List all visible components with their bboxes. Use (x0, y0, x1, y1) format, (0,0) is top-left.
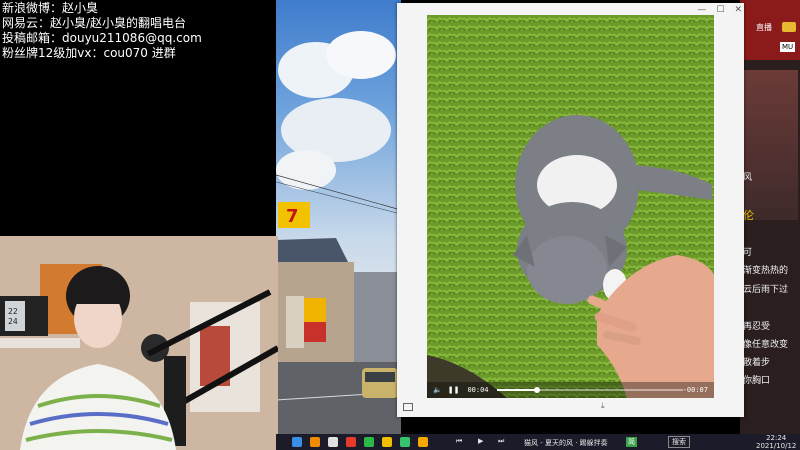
clock-date: 2021/10/12 (756, 442, 797, 450)
lyric-line: 可 (743, 248, 753, 258)
current-time: 00:04 (467, 386, 489, 394)
app-icon[interactable] (382, 437, 392, 447)
lyric-line: 像任意改变 (743, 340, 789, 350)
progress-fill (496, 389, 538, 391)
progress-handle[interactable] (534, 387, 541, 393)
app-icon[interactable] (400, 437, 410, 447)
chat-avatar-image (744, 70, 798, 220)
language-badge[interactable]: 简 (626, 437, 637, 447)
right-chat-strip: 直播 MU 风 伦 可 渐变热热的 云后雨下过 再忍受 像任意改变 散着步 你胸… (740, 0, 800, 434)
gift-icon[interactable] (782, 22, 796, 32)
volume-icon[interactable]: 🔈 (433, 386, 442, 394)
app-icon[interactable] (310, 437, 320, 447)
taskbar: ⏮ ▶ ⏭ 猫风 - 夏天的风 · 踢躲拌奏 简 搜索 22:24 2021/1… (276, 434, 800, 450)
fan-group-line: 粉丝牌12级加vx：cou070 进群 (2, 46, 176, 60)
clock-minute: 24 (8, 317, 18, 326)
music-badge: MU (780, 42, 796, 52)
lyric-line: 散着步 (743, 358, 771, 368)
lyric-line: 你胸口 (743, 376, 771, 386)
next-track-icon[interactable]: ⏭ (498, 437, 504, 446)
search-box[interactable]: 搜索 (668, 436, 690, 448)
streamer-scene-image (0, 236, 278, 450)
now-playing-text: 猫风 - 夏天的风 · 踢躲拌奏 (524, 439, 608, 447)
svg-text:7: 7 (286, 206, 299, 227)
lyric-line: 伦 (743, 209, 754, 222)
cat-video-frame (427, 15, 714, 398)
maximize-icon[interactable]: ☐ (716, 5, 724, 15)
window-controls: — ☐ ✕ (697, 5, 742, 15)
email-line: 投稿邮箱：douyu211086@qq.com (2, 31, 202, 45)
lyric-line: 风 (743, 173, 753, 183)
download-icon[interactable]: ⤓ (601, 401, 605, 411)
cat-video[interactable]: 🔈 ❚❚ 00:04 -00:07 (427, 15, 714, 398)
weibo-line: 新浪微博：赵小臭 (2, 1, 99, 15)
minimize-icon[interactable]: — (697, 5, 706, 15)
lyric-line: 云后雨下过 (743, 285, 789, 295)
app-icon[interactable] (418, 437, 428, 447)
wechat-icon[interactable] (364, 437, 374, 447)
prev-track-icon[interactable]: ⏮ (456, 437, 462, 446)
remaining-time: -00:07 (682, 386, 708, 394)
live-label: 直播 (756, 23, 772, 32)
desk-clock: 22 24 (0, 298, 44, 334)
clock-hour: 22 (8, 307, 18, 316)
play-icon[interactable]: ▶ (478, 437, 483, 445)
netease-line: 网易云：赵小臭/赵小臭的翻唱电台 (2, 16, 187, 30)
lyric-line: 再忍受 (743, 322, 771, 332)
stream-info-overlay: 新浪微博：赵小臭 网易云：赵小臭/赵小臭的翻唱电台 投稿邮箱：douyu2110… (0, 0, 276, 236)
video-viewer-window[interactable]: — ☐ ✕ 🔈 ❚❚ 00:04 -00:07 ⤓ (397, 3, 744, 417)
lyric-line: 渐变热热的 (743, 266, 789, 276)
clock: 22:24 2021/10/12 (756, 434, 796, 450)
app-icon[interactable] (328, 437, 338, 447)
street-scene-image: 7 (276, 31, 401, 434)
app-icon[interactable] (346, 437, 356, 447)
progress-track[interactable] (496, 387, 683, 393)
background-street-video: 7 (276, 0, 401, 434)
video-controls: 🔈 ❚❚ 00:04 -00:07 (427, 382, 714, 398)
pause-icon[interactable]: ❚❚ (448, 386, 460, 394)
streamer-webcam: 22 24 (0, 236, 278, 450)
clock-time: 22:24 (766, 434, 787, 442)
gallery-icon[interactable] (403, 403, 413, 411)
close-icon[interactable]: ✕ (734, 5, 742, 15)
browser-icon[interactable] (292, 437, 302, 447)
